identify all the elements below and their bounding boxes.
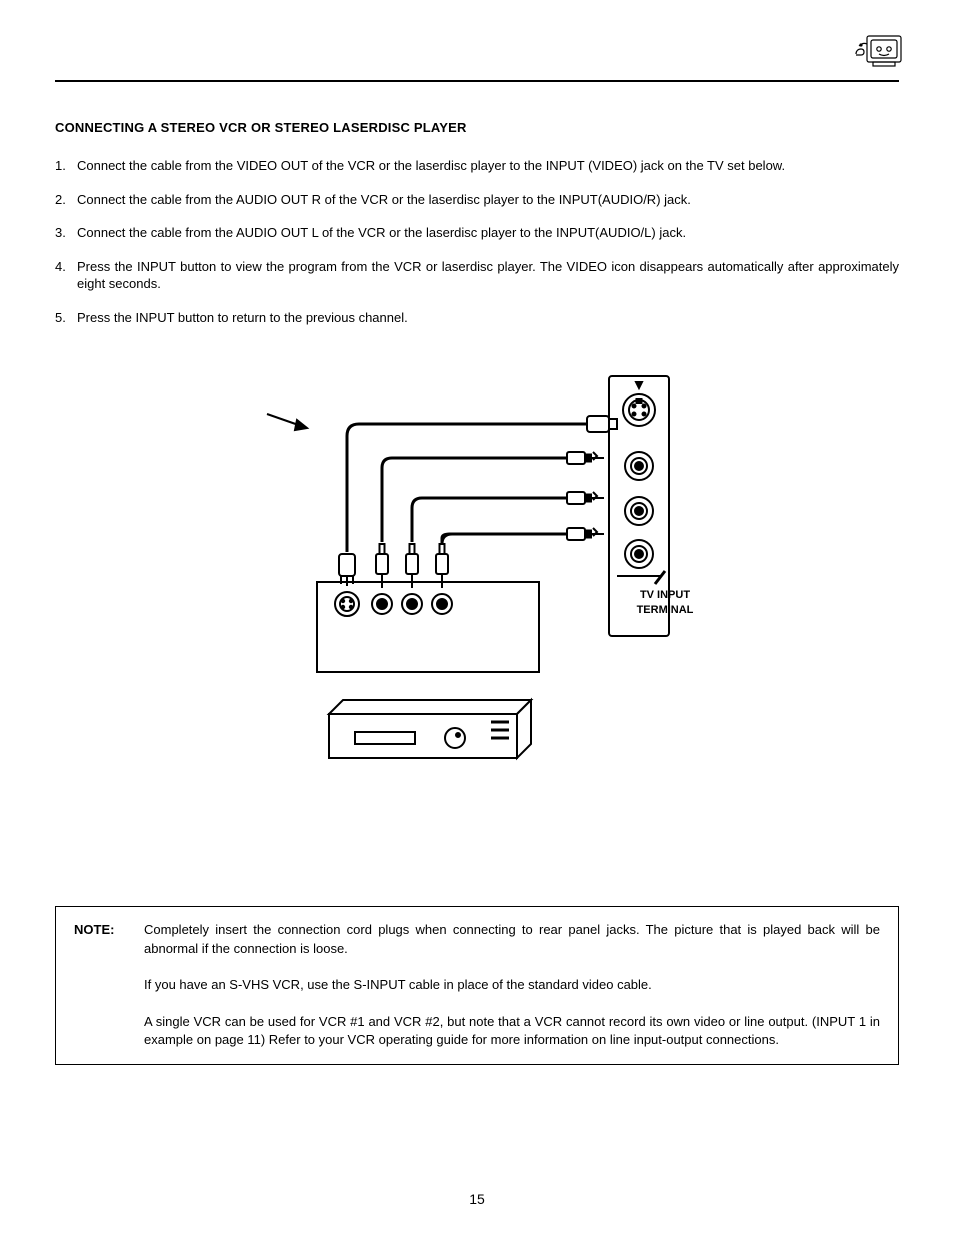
label-line: TV INPUT <box>640 589 690 601</box>
header-rule <box>55 20 899 82</box>
step-text: Connect the cable from the AUDIO OUT L o… <box>77 224 899 242</box>
step-text: Connect the cable from the AUDIO OUT R o… <box>77 191 899 209</box>
step-number: 2. <box>55 191 77 209</box>
step-item: 1. Connect the cable from the VIDEO OUT … <box>55 157 899 175</box>
step-text: Connect the cable from the VIDEO OUT of … <box>77 157 899 175</box>
step-text: Press the INPUT button to view the progr… <box>77 258 899 293</box>
tv-input-terminal-label: TV INPUT TERMINAL <box>615 588 715 617</box>
step-text: Press the INPUT button to return to the … <box>77 309 899 327</box>
step-item: 3. Connect the cable from the AUDIO OUT … <box>55 224 899 242</box>
manual-page: CONNECTING A STEREO VCR OR STEREO LASERD… <box>0 0 954 1235</box>
step-number: 5. <box>55 309 77 327</box>
step-number: 1. <box>55 157 77 175</box>
step-item: 5. Press the INPUT button to return to t… <box>55 309 899 327</box>
connection-diagram: TV INPUT TERMINAL <box>55 366 899 806</box>
step-number: 3. <box>55 224 77 242</box>
note-label: NOTE: <box>74 921 144 1049</box>
steps-list: 1. Connect the cable from the VIDEO OUT … <box>55 157 899 326</box>
step-item: 4. Press the INPUT button to view the pr… <box>55 258 899 293</box>
note-box: NOTE: Completely insert the connection c… <box>55 906 899 1064</box>
section-title: CONNECTING A STEREO VCR OR STEREO LASERD… <box>55 120 899 135</box>
page-number: 15 <box>0 1191 954 1207</box>
step-number: 4. <box>55 258 77 293</box>
note-paragraph: Completely insert the connection cord pl… <box>144 921 880 958</box>
tv-mascot-icon <box>853 28 909 81</box>
label-line: TERMINAL <box>637 604 694 616</box>
note-paragraph: If you have an S-VHS VCR, use the S-INPU… <box>144 976 880 994</box>
note-body: Completely insert the connection cord pl… <box>144 921 880 1049</box>
note-paragraph: A single VCR can be used for VCR #1 and … <box>144 1013 880 1050</box>
step-item: 2. Connect the cable from the AUDIO OUT … <box>55 191 899 209</box>
